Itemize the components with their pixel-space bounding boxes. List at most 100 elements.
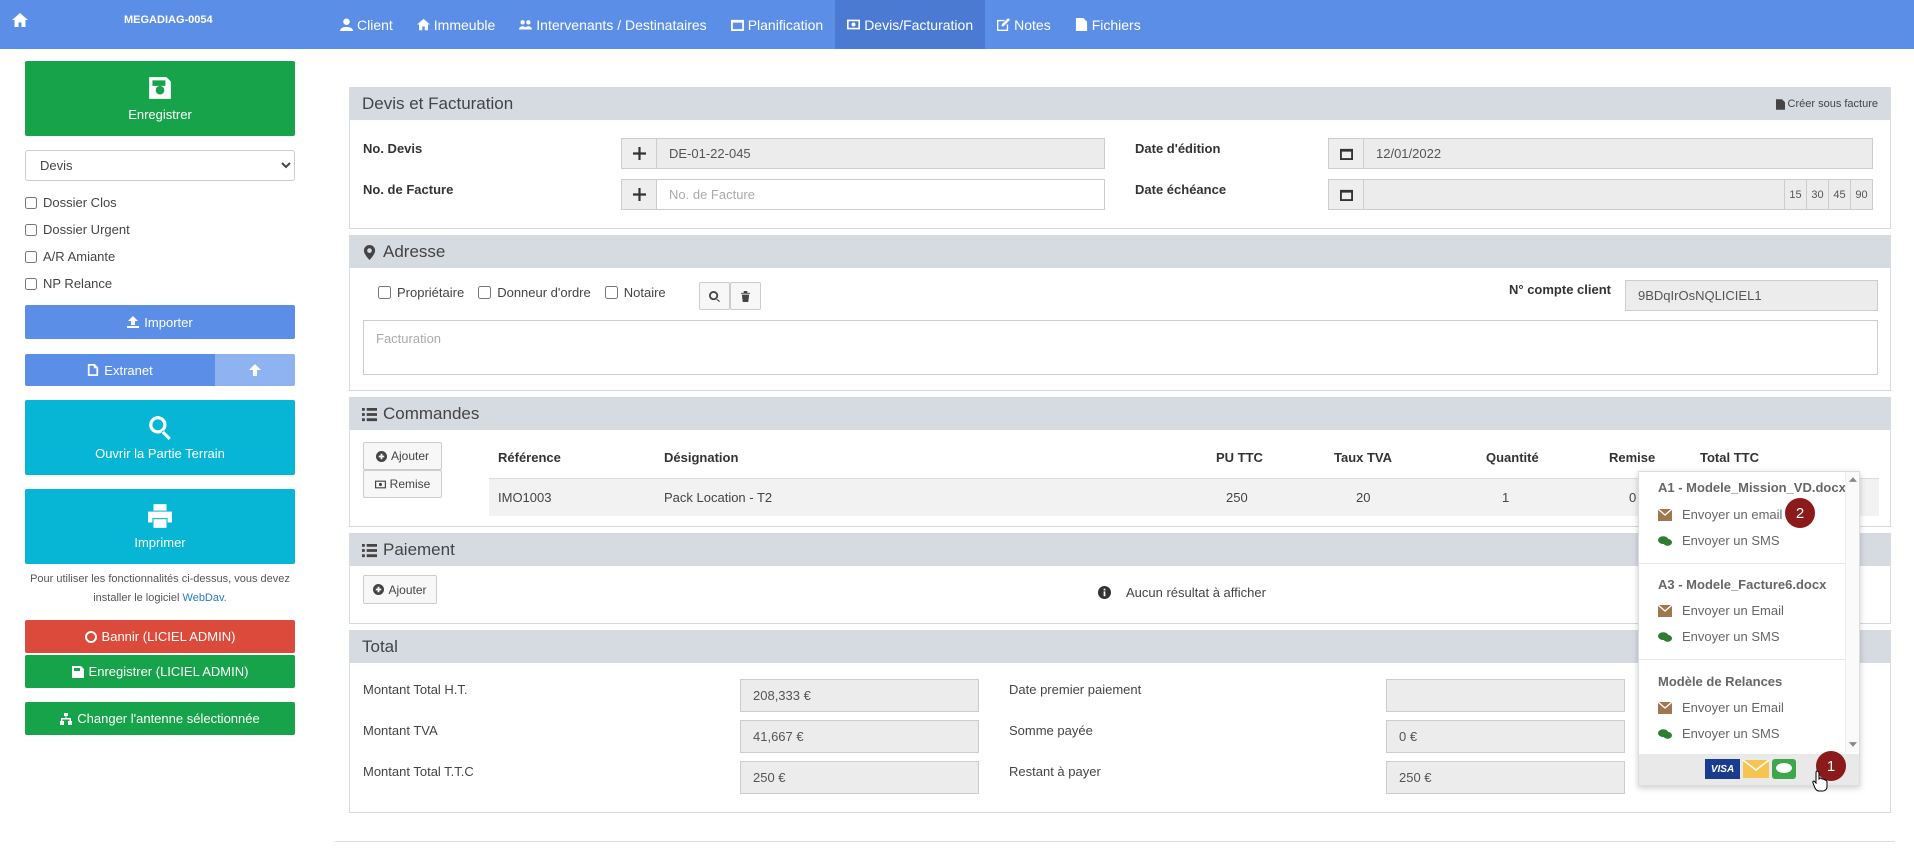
checkbox-dossier-clos[interactable]: Dossier Clos <box>25 189 295 216</box>
top-navbar: MEGADIAG-0054 Client Immeuble Intervenan… <box>0 0 1914 49</box>
plus-addon[interactable] <box>621 179 657 210</box>
add-payment-button[interactable]: Ajouter <box>363 575 437 604</box>
header-reference: Référence <box>498 450 561 465</box>
devis-panel-title: Devis et Facturation <box>362 94 514 113</box>
popup-doc-title: Modèle de Relances <box>1658 674 1783 689</box>
checkbox-np-relance[interactable]: NP Relance <box>25 270 295 297</box>
document-type-select[interactable]: Devis <box>25 150 295 181</box>
date-edition-field[interactable]: 12/01/2022 <box>1363 138 1873 169</box>
send-sms-action[interactable]: Envoyer un SMS <box>1658 726 1780 741</box>
calendar-addon[interactable] <box>1328 138 1364 169</box>
search-address-button[interactable] <box>699 282 730 310</box>
plus-addon[interactable] <box>621 138 657 169</box>
checkbox-donneur-ordre[interactable]: Donneur d'ordre <box>478 285 591 300</box>
restant-a-payer-field[interactable]: 250 € <box>1386 761 1625 794</box>
date-premier-paiement-field[interactable] <box>1386 679 1625 712</box>
tab-immeuble[interactable]: Immeuble <box>405 0 507 49</box>
tab-fichiers[interactable]: Fichiers <box>1063 0 1153 49</box>
print-button[interactable]: Imprimer <box>25 489 295 564</box>
comments-icon <box>1658 631 1672 642</box>
brand-title: MEGADIAG-0054 <box>124 14 213 26</box>
cell-reference: IMO1003 <box>498 490 552 505</box>
popup-separator <box>1639 659 1859 660</box>
calendar-addon[interactable] <box>1328 179 1364 210</box>
somme-payee-label: Somme payée <box>1009 723 1093 738</box>
tab-planification[interactable]: Planification <box>719 0 836 49</box>
days-30-button[interactable]: 30 <box>1806 180 1828 209</box>
tab-intervenants[interactable]: Intervenants / Destinataires <box>507 0 718 49</box>
payment-icons: VISA <box>1705 759 1796 779</box>
adresse-panel: Adresse Propriétaire Donneur d'ordre Not… <box>349 235 1891 391</box>
montant-ht-field[interactable]: 208,333 € <box>740 679 979 712</box>
create-invoice-link[interactable]: Créer sous facture <box>1775 98 1878 110</box>
compte-client-field[interactable]: 9BDqIrOsNQLICIEL1 <box>1625 280 1878 311</box>
commandes-panel-title: Commandes <box>383 404 480 423</box>
tab-devis-facturation[interactable]: Devis/Facturation <box>835 0 986 49</box>
send-email-action[interactable]: Envoyer un Email <box>1658 700 1784 715</box>
save-admin-button[interactable]: Enregistrer (LICIEL ADMIN) <box>25 655 295 688</box>
email-envelope-icon[interactable] <box>1743 760 1769 778</box>
visa-card-icon[interactable]: VISA <box>1705 759 1740 779</box>
change-antenna-button[interactable]: Changer l'antenne sélectionnée <box>25 702 295 735</box>
cell-pu-ttc: 250 <box>1226 490 1248 505</box>
cell-taux-tva: 20 <box>1356 490 1371 505</box>
no-devis-label: No. Devis <box>363 141 423 156</box>
tab-client[interactable]: Client <box>328 0 405 49</box>
header-remise: Remise <box>1609 450 1656 465</box>
date-premier-paiement-label: Date premier paiement <box>1009 682 1142 697</box>
popup-separator <box>1639 563 1859 564</box>
send-sms-action[interactable]: Envoyer un SMS <box>1658 533 1780 548</box>
cell-remise: 0 <box>1629 490 1637 505</box>
send-email-action[interactable]: Envoyer un email <box>1658 507 1782 522</box>
somme-payee-field[interactable]: 0 € <box>1386 720 1625 753</box>
save-icon <box>71 665 84 678</box>
map-marker-icon <box>363 244 376 260</box>
edit-icon <box>997 18 1011 31</box>
webdav-note: Pour utiliser les fonctionnalités ci-des… <box>30 573 290 604</box>
save-button[interactable]: Enregistrer <box>25 61 295 136</box>
checkbox-dossier-urgent[interactable]: Dossier Urgent <box>25 216 295 243</box>
compte-client-label: N° compte client <box>1509 282 1611 297</box>
send-sms-action[interactable]: Envoyer un SMS <box>1658 629 1780 644</box>
import-button[interactable]: Importer <box>25 305 295 339</box>
days-45-button[interactable]: 45 <box>1828 180 1850 209</box>
no-devis-field[interactable]: DE-01-22-045 <box>656 138 1105 169</box>
recycle-icon <box>84 630 97 643</box>
upload-icon <box>127 316 140 328</box>
home-icon[interactable] <box>12 13 28 27</box>
checkbox-ar-amiante[interactable]: A/R Amiante <box>25 243 295 270</box>
checkbox-proprietaire[interactable]: Propriétaire <box>378 285 464 300</box>
facturation-textarea[interactable]: Facturation <box>363 320 1878 375</box>
paiement-panel-title: Paiement <box>383 540 455 559</box>
popup-scrollbar[interactable] <box>1845 472 1859 752</box>
info-icon <box>1098 586 1111 599</box>
add-command-button[interactable]: Ajouter <box>363 442 442 470</box>
extranet-upload-button[interactable] <box>215 354 295 386</box>
delete-address-button[interactable] <box>730 282 761 310</box>
tab-notes[interactable]: Notes <box>985 0 1063 49</box>
extranet-button[interactable]: Extranet <box>25 354 215 386</box>
no-facture-field[interactable]: No. de Facture <box>656 179 1105 210</box>
plus-icon <box>632 147 646 160</box>
popup-doc-title: A1 - Modele_Mission_VD.docx <box>1658 480 1846 495</box>
days-90-button[interactable]: 90 <box>1850 180 1872 209</box>
scroll-down-icon[interactable] <box>1849 742 1857 747</box>
date-edition-label: Date d'édition <box>1135 141 1221 156</box>
montant-ttc-field[interactable]: 250 € <box>740 761 979 794</box>
sms-bubble-icon[interactable] <box>1772 759 1796 779</box>
date-echeance-field[interactable]: 15 30 45 90 <box>1363 179 1873 210</box>
envelope-icon <box>1658 604 1672 617</box>
checkbox-notaire[interactable]: Notaire <box>604 285 666 300</box>
send-email-action[interactable]: Envoyer un Email <box>1658 603 1784 618</box>
print-icon <box>148 504 172 528</box>
plus-icon <box>632 188 646 201</box>
footer-divider <box>335 841 1895 842</box>
open-field-button[interactable]: Ouvrir la Partie Terrain <box>25 400 295 475</box>
remise-button[interactable]: Remise <box>363 470 442 498</box>
scroll-up-icon[interactable] <box>1849 477 1857 482</box>
commandes-panel-header: Commandes <box>350 398 1890 430</box>
ban-admin-button[interactable]: Bannir (LICIEL ADMIN) <box>25 620 295 653</box>
webdav-link[interactable]: WebDav. <box>183 592 227 604</box>
montant-tva-field[interactable]: 41,667 € <box>740 720 979 753</box>
days-15-button[interactable]: 15 <box>1784 180 1806 209</box>
